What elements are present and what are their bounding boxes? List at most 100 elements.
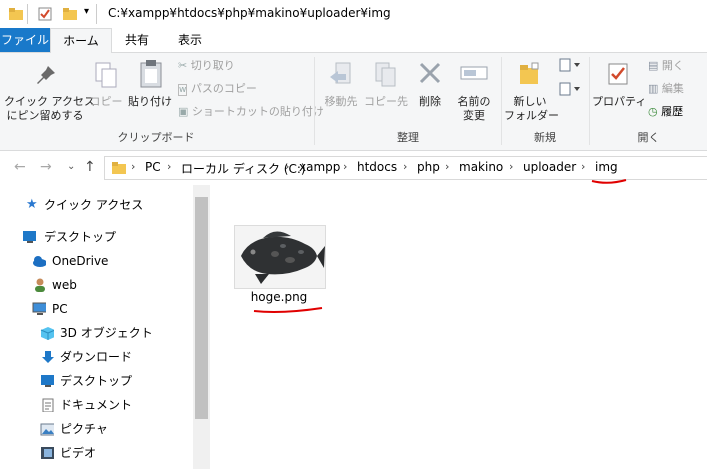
new-folder-label-line2: フォルダー	[504, 109, 559, 122]
quick-access-dropdown-icon[interactable]: ▾	[84, 6, 89, 22]
rename-label-line2: 変更	[463, 109, 485, 122]
nav-label: クイック アクセス	[44, 198, 144, 212]
breadcrumb-separator-icon: ›	[581, 160, 586, 173]
open-label: 開く	[661, 59, 684, 72]
copy-to-button[interactable]: コピー先	[364, 53, 408, 123]
cut-label: 切り取り	[190, 59, 235, 72]
delete-button[interactable]: 削除	[410, 53, 450, 123]
file-item-hoge-png[interactable]	[234, 225, 326, 289]
tab-file[interactable]: ファイル	[0, 28, 50, 52]
open-group-label: 開く	[637, 131, 660, 144]
star-icon: ★	[26, 197, 38, 212]
breadcrumb-separator-icon: ›	[403, 160, 408, 173]
copy-button[interactable]: コピー	[88, 53, 124, 123]
pc-icon	[32, 302, 46, 315]
new-folder-button[interactable]: 新しい フォルダー	[504, 53, 559, 123]
easy-access-button[interactable]	[558, 81, 584, 101]
document-icon	[42, 398, 54, 412]
clipboard-group-label: クリップボード	[117, 131, 195, 144]
new-item-icon	[559, 58, 580, 72]
breadcrumb-separator-icon: ›	[131, 160, 136, 173]
copy-label: コピー	[89, 95, 123, 108]
group-separator	[314, 57, 315, 145]
folder-icon	[112, 162, 126, 174]
pin-to-quick-access-button[interactable]: クイック アクセス にピン留めする	[4, 53, 95, 123]
cloud-icon	[33, 256, 46, 267]
copy-to-icon	[375, 62, 396, 87]
ribbon: クイック アクセス にピン留めする コピー 貼り付け ✂ 切り取り w パスのコ…	[0, 53, 707, 151]
nav-label: ビデオ	[60, 446, 97, 460]
download-icon	[42, 351, 54, 363]
rename-icon	[460, 66, 488, 80]
new-group-label: 新規	[534, 131, 556, 144]
history-label: 履歴	[661, 105, 684, 118]
red-underline-annotation	[253, 307, 323, 313]
forward-arrow-icon[interactable]: →	[40, 159, 52, 175]
pin-label-line2: にピン留めする	[6, 109, 84, 122]
breadcrumb-separator-icon: ›	[509, 160, 514, 173]
organize-group-label: 整理	[397, 131, 419, 144]
nav-label: ピクチャ	[60, 422, 108, 436]
move-to-button[interactable]: 移動先	[318, 53, 364, 123]
open-button[interactable]: ▤ 開く	[648, 59, 684, 73]
pin-icon	[37, 66, 55, 84]
easy-access-icon	[559, 82, 580, 96]
copy-to-label: コピー先	[364, 95, 408, 108]
rename-button[interactable]: 名前の 変更	[452, 53, 496, 123]
recent-locations-chevron-icon[interactable]: ⌄	[67, 161, 75, 172]
breadcrumb-img[interactable]: img	[595, 160, 618, 174]
new-folder-quick-icon[interactable]	[62, 6, 78, 22]
delete-x-icon	[419, 62, 441, 84]
breadcrumb-separator-icon: ›	[343, 160, 348, 173]
breadcrumb-separator-icon: ›	[167, 160, 172, 173]
properties-quick-icon[interactable]	[37, 6, 53, 22]
tab-view[interactable]: 表示	[164, 28, 216, 52]
window-title: C:¥xampp¥htdocs¥php¥makino¥uploader¥img	[108, 6, 391, 20]
breadcrumb-pc[interactable]: PC	[145, 160, 161, 174]
new-item-button[interactable]	[558, 57, 584, 77]
paste-button[interactable]: 貼り付け	[126, 53, 174, 123]
pin-label-line1: クイック アクセス	[4, 95, 95, 108]
nav-label: OneDrive	[52, 254, 109, 268]
open-icon: ▤	[648, 59, 659, 72]
desktop-icon	[23, 231, 36, 243]
cut-button[interactable]: ✂ 切り取り	[178, 59, 235, 73]
fish-thumbnail-image	[235, 226, 325, 288]
move-to-icon	[330, 62, 351, 84]
address-bar[interactable]: › PC › ローカル ディスク (C:) › xampp › htdocs ›…	[104, 156, 707, 180]
properties-icon	[608, 63, 628, 85]
nav-label: ドキュメント	[60, 398, 133, 412]
breadcrumb-htdocs[interactable]: htdocs	[357, 160, 397, 174]
back-arrow-icon[interactable]: ←	[14, 159, 26, 175]
file-name-label[interactable]: hoge.png	[230, 290, 328, 304]
ribbon-tabs: ファイル ホーム 共有 表示	[0, 28, 707, 54]
rename-label-line1: 名前の	[457, 95, 491, 108]
paste-label: 貼り付け	[128, 95, 172, 108]
tab-home[interactable]: ホーム	[50, 28, 112, 54]
paste-icon	[140, 60, 162, 88]
user-icon	[35, 278, 45, 292]
properties-label: プロパティ	[592, 95, 647, 108]
copy-path-label: パスのコピー	[190, 82, 257, 95]
copy-path-button[interactable]: w パスのコピー	[178, 82, 257, 97]
copy-icon	[95, 62, 117, 88]
folder-icon	[9, 8, 23, 20]
nav-label: ダウンロード	[60, 350, 133, 364]
breadcrumb-php[interactable]: php	[417, 160, 440, 174]
up-arrow-icon[interactable]: ↑	[84, 159, 96, 175]
nav-label: 3D オブジェクト	[60, 326, 153, 340]
nav-pane-scroll-thumb[interactable]	[195, 197, 208, 419]
breadcrumb-makino[interactable]: makino	[459, 160, 503, 174]
move-to-label: 移動先	[324, 95, 358, 108]
history-button[interactable]: ◷ 履歴	[648, 105, 683, 119]
breadcrumb-xampp[interactable]: xampp	[299, 160, 340, 174]
title-bar: ▾ C:¥xampp¥htdocs¥php¥makino¥uploader¥im…	[0, 0, 707, 28]
properties-button[interactable]: プロパティ	[592, 53, 647, 123]
new-folder-label-line1: 新しい	[513, 95, 547, 108]
edit-button[interactable]: ▥ 編集	[648, 82, 684, 96]
paste-shortcut-button[interactable]: ▣ ショートカットの貼り付け	[178, 105, 324, 119]
tab-share[interactable]: 共有	[112, 28, 162, 52]
address-row: ← → ⌄ ↑ › PC › ローカル ディスク (C:) › xampp › …	[0, 151, 707, 185]
divider	[27, 4, 28, 24]
breadcrumb-uploader[interactable]: uploader	[523, 160, 576, 174]
